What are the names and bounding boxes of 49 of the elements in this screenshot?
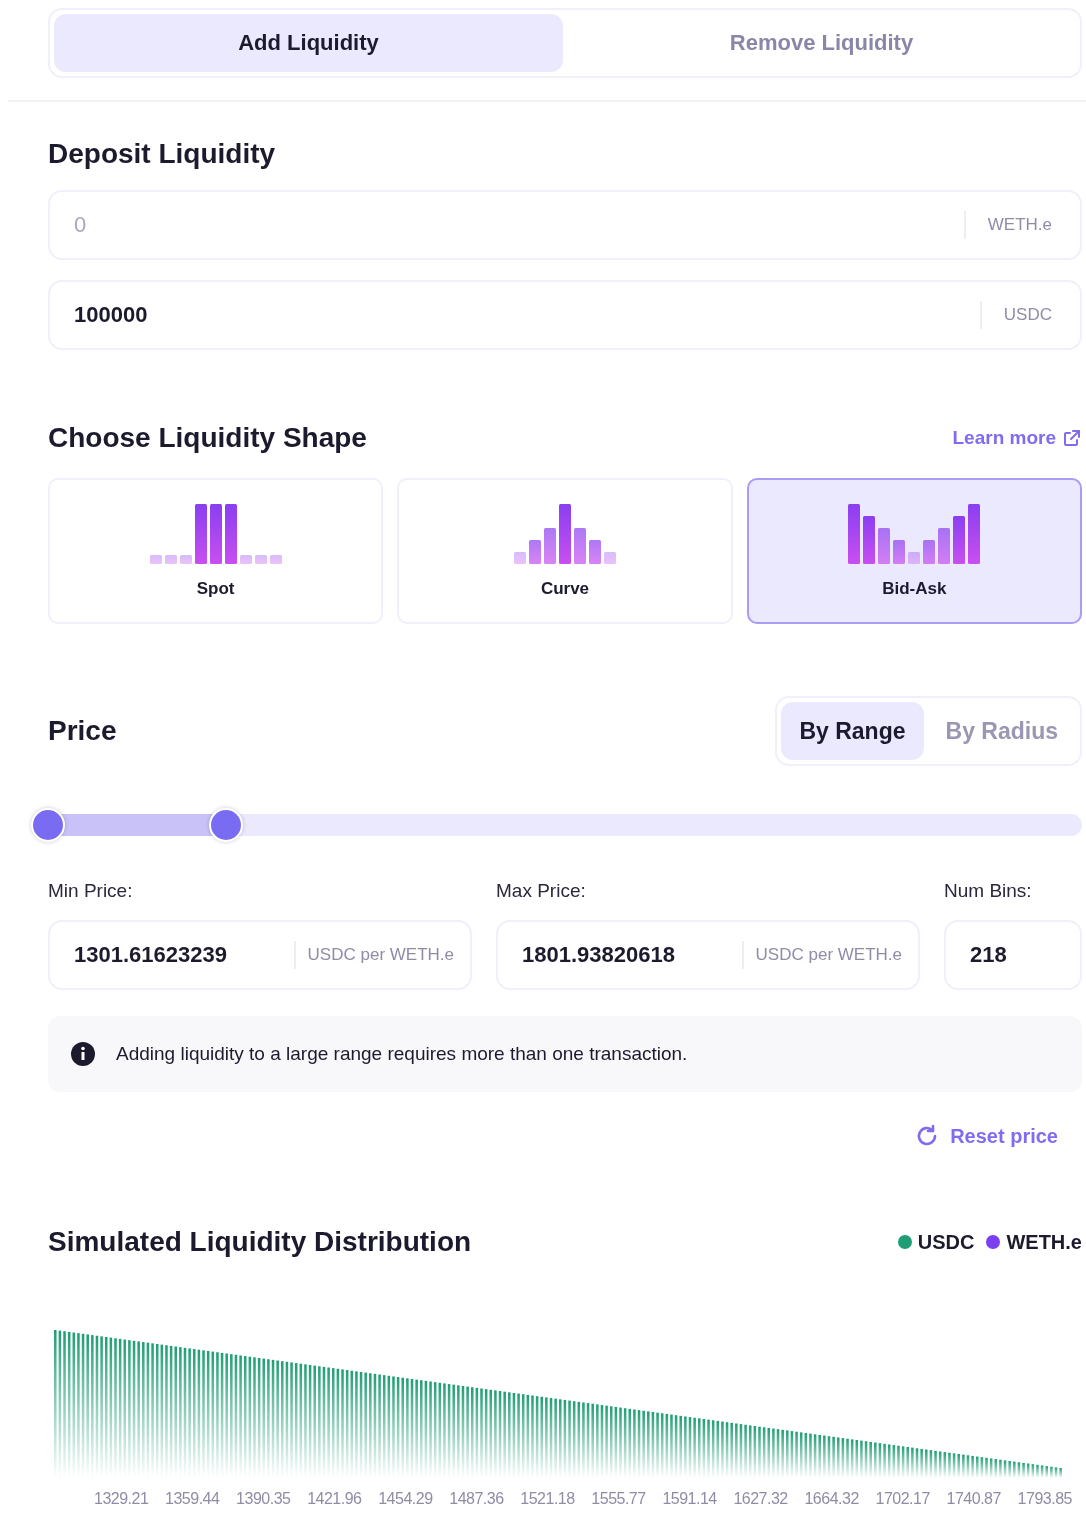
section-title: Choose Liquidity Shape [48, 422, 367, 454]
price-field[interactable]: 1801.93820618 USDC per WETH.e [496, 920, 920, 990]
section-title: Simulated Liquidity Distribution [48, 1226, 472, 1258]
axis-label: 1740.87 [946, 1490, 1001, 1508]
shape-option[interactable]: Spot [48, 478, 384, 624]
price-range-slider[interactable] [31, 808, 1082, 842]
amount-input[interactable]: 100000 [72, 301, 958, 329]
field-label: Min Price: [48, 880, 134, 902]
price-input[interactable]: 1301.61623239 [72, 941, 282, 969]
amount-input[interactable]: 0 [72, 211, 942, 239]
price-input[interactable]: 218 [968, 941, 1064, 969]
axis-label: 1702.17 [875, 1490, 930, 1508]
external-link-icon [1062, 428, 1082, 448]
field-label: Num Bins: [944, 880, 1033, 902]
token-label: WETH.e [987, 215, 1052, 235]
price-field[interactable]: 1301.61623239 USDC per WETH.e [48, 920, 472, 990]
info-icon [70, 1041, 96, 1067]
learn-more-link[interactable]: Learn more [952, 427, 1082, 449]
reset-price-button[interactable]: Reset price [908, 1122, 1064, 1150]
axis-label: 1664.32 [804, 1490, 859, 1508]
axis-label: 1329.21 [94, 1490, 149, 1508]
slider-handle[interactable] [31, 808, 65, 842]
mode-tab[interactable]: By Range [781, 702, 924, 760]
price-input[interactable]: 1801.93820618 [520, 941, 730, 969]
axis-label: 1487.36 [449, 1490, 504, 1508]
price-field[interactable]: 218 [944, 920, 1082, 990]
shape-option[interactable]: Bid-Ask [746, 478, 1082, 624]
shape-option[interactable]: Curve [397, 478, 733, 624]
section-title: Price [48, 715, 117, 747]
field-label: Max Price: [496, 880, 587, 902]
legend-label: WETH.e [1006, 1230, 1082, 1254]
axis-label: 1555.77 [591, 1490, 646, 1508]
axis-label: 1454.29 [378, 1490, 433, 1508]
slider-handle[interactable] [208, 808, 243, 842]
axis-label: 1421.96 [307, 1490, 362, 1508]
unit-label: USDC per WETH.e [307, 945, 454, 965]
axis-label: 1390.35 [236, 1490, 291, 1508]
axis-label: 1521.18 [520, 1490, 575, 1508]
axis-label: 1793.85 [1017, 1490, 1072, 1508]
axis-label: 1627.32 [733, 1490, 788, 1508]
tab[interactable]: Add Liquidity [54, 14, 563, 72]
info-message: Adding liquidity to a large range requires more than one transaction. [116, 1043, 688, 1065]
axis-label: 1591.14 [662, 1490, 717, 1508]
amount-field[interactable]: 100000 USDC [48, 280, 1082, 350]
token-label: USDC [1003, 305, 1052, 325]
unit-label: USDC per WETH.e [755, 945, 902, 965]
axis-label: 1359.44 [165, 1490, 220, 1508]
section-title: Deposit Liquidity [48, 138, 277, 170]
legend-label: USDC [917, 1230, 975, 1254]
